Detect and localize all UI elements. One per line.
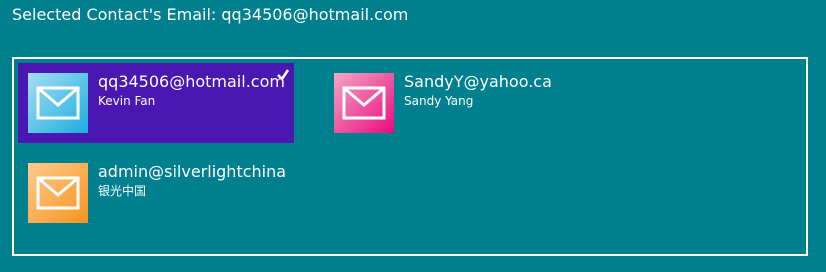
selected-email-value: qq34506@hotmail.com <box>221 5 409 24</box>
mail-icon <box>28 73 88 133</box>
contact-item-sandy-yang[interactable]: SandyY@yahoo.ca Sandy Yang <box>324 63 600 143</box>
contact-email: qq34506@hotmail.com <box>98 72 284 91</box>
mail-icon <box>28 163 88 223</box>
contact-email: SandyY@yahoo.ca <box>404 72 552 91</box>
selected-email-label: Selected Contact's Email: <box>12 5 217 24</box>
contact-name: 银光中国 <box>98 184 147 198</box>
mail-icon <box>334 73 394 133</box>
contact-name: Sandy Yang <box>404 94 474 108</box>
contact-email: admin@silverlightchina <box>98 162 287 181</box>
selected-email-header: Selected Contact's Email: qq34506@hotmai… <box>12 5 408 25</box>
contact-list[interactable]: qq34506@hotmail.com Kevin Fan SandyY@yah… <box>12 57 808 256</box>
contact-item-silverlightchina[interactable]: admin@silverlightchina 银光中国 <box>18 153 294 233</box>
contact-item-kevin-fan[interactable]: qq34506@hotmail.com Kevin Fan <box>18 63 294 143</box>
checkmark-icon <box>277 69 290 82</box>
contact-name: Kevin Fan <box>98 94 156 108</box>
